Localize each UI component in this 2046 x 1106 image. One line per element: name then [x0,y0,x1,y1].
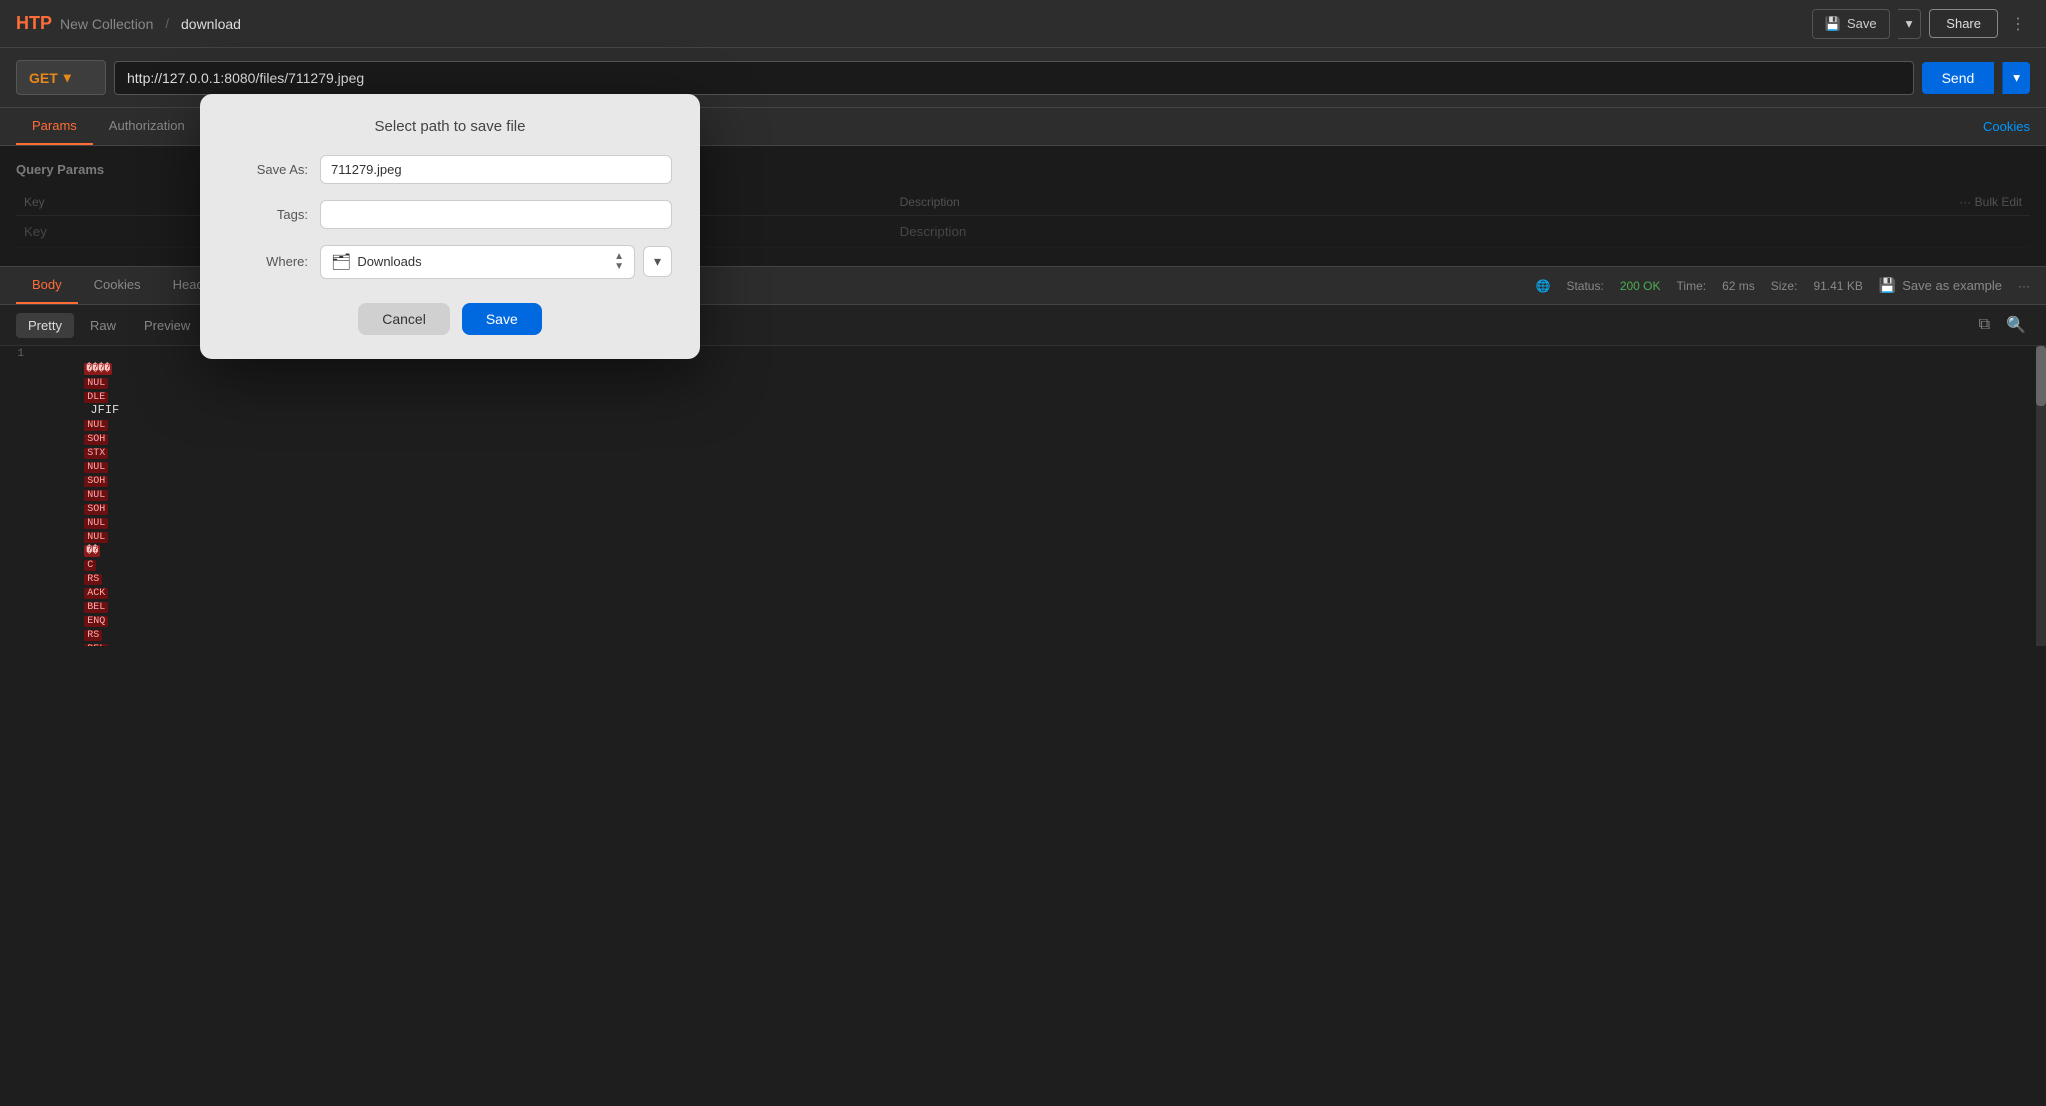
time-label: Time: [1677,279,1707,293]
response-metadata: 🌐 Status: 200 OK Time: 62 ms Size: 91.41… [1536,277,2031,294]
save-label: Save [1847,16,1877,31]
time-value: 62 ms [1722,279,1755,293]
response-more-button[interactable]: ··· [2018,279,2030,293]
search-button[interactable]: 🔍 [2002,311,2030,339]
select-arrows: ▲▼ [614,252,624,272]
status-label: Status: [1566,279,1603,293]
code-area: 1 ���� NUL DLE JFIF NUL SOH STX NUL SOH … [0,346,2046,646]
cancel-button[interactable]: Cancel [358,303,450,335]
save-as-input[interactable] [320,155,672,184]
app-logo: HTP [16,13,52,34]
url-input[interactable] [114,61,1914,95]
save-as-label: Save As: [228,162,308,177]
status-value: 200 OK [1620,279,1661,293]
line-content-1: ���� NUL DLE JFIF NUL SOH STX NUL SOH NU… [40,347,2046,646]
where-row: Where: 🗂 Downloads ▲▼ ▾ [228,245,672,279]
size-value: 91.41 KB [1813,279,1862,293]
scrollbar-thumb[interactable] [2036,346,2046,406]
view-tab-raw[interactable]: Raw [78,313,128,338]
breadcrumb-separator: / [165,16,169,31]
save-as-row: Save As: [228,155,672,184]
response-tab-cookies[interactable]: Cookies [78,267,157,304]
where-select-area: 🗂 Downloads ▲▼ ▾ [320,245,672,279]
send-button[interactable]: Send [1922,62,1995,94]
save-file-modal: Select path to save file Save As: Tags: … [200,94,700,359]
response-tab-body[interactable]: Body [16,267,78,304]
save-icon: 💾 [1825,16,1841,32]
save-dropdown-button[interactable]: ▾ [1898,9,1922,39]
view-tab-preview[interactable]: Preview [132,313,202,338]
method-arrow: ▾ [64,69,71,86]
cookies-link[interactable]: Cookies [1983,119,2030,134]
top-actions: 💾 Save ▾ Share ⋮ [1812,9,2030,39]
collection-link[interactable]: New Collection [60,16,153,32]
share-button[interactable]: Share [1929,9,1998,38]
globe-icon: 🌐 [1536,279,1551,293]
modal-save-button[interactable]: Save [462,303,542,335]
modal-actions: Cancel Save [228,303,672,335]
where-label: Where: [228,254,308,269]
tags-label: Tags: [228,207,308,222]
save-example-icon: 💾 [1879,277,1896,294]
modal-overlay: Select path to save file Save As: Tags: … [0,146,2046,266]
send-dropdown-button[interactable]: ▾ [2002,62,2030,94]
copy-button[interactable]: ⧉ [1975,311,1994,339]
method-select[interactable]: GET ▾ [16,60,106,95]
tab-authorization[interactable]: Authorization [93,108,201,145]
current-page: download [181,16,241,32]
content-wrapper: Query Params Key Description ··· Bulk Ed… [0,146,2046,266]
scrollbar[interactable] [2036,346,2046,646]
modal-title: Select path to save file [228,118,672,135]
tags-row: Tags: [228,200,672,229]
tags-input[interactable] [320,200,672,229]
binary-chunk: ���� [84,363,112,375]
more-options-button[interactable]: ⋮ [2006,10,2030,38]
folder-icon: 🗂 [331,252,351,272]
method-value: GET [29,70,58,86]
view-tabs-right: ⧉ 🔍 [1975,311,2030,339]
line-number-1: 1 [0,347,40,646]
view-tab-pretty[interactable]: Pretty [16,313,74,338]
save-example-label: Save as example [1902,278,2002,293]
location-value: Downloads [357,254,608,269]
location-select[interactable]: 🗂 Downloads ▲▼ [320,245,635,279]
code-line-1: 1 ���� NUL DLE JFIF NUL SOH STX NUL SOH … [0,346,2046,646]
save-button[interactable]: 💾 Save [1812,9,1890,39]
save-as-example-button[interactable]: 💾 Save as example [1879,277,2002,294]
breadcrumb-area: HTP New Collection / download [16,13,241,34]
expand-button[interactable]: ▾ [643,246,672,277]
tab-params[interactable]: Params [16,108,93,145]
size-label: Size: [1771,279,1798,293]
top-bar: HTP New Collection / download 💾 Save ▾ S… [0,0,2046,48]
